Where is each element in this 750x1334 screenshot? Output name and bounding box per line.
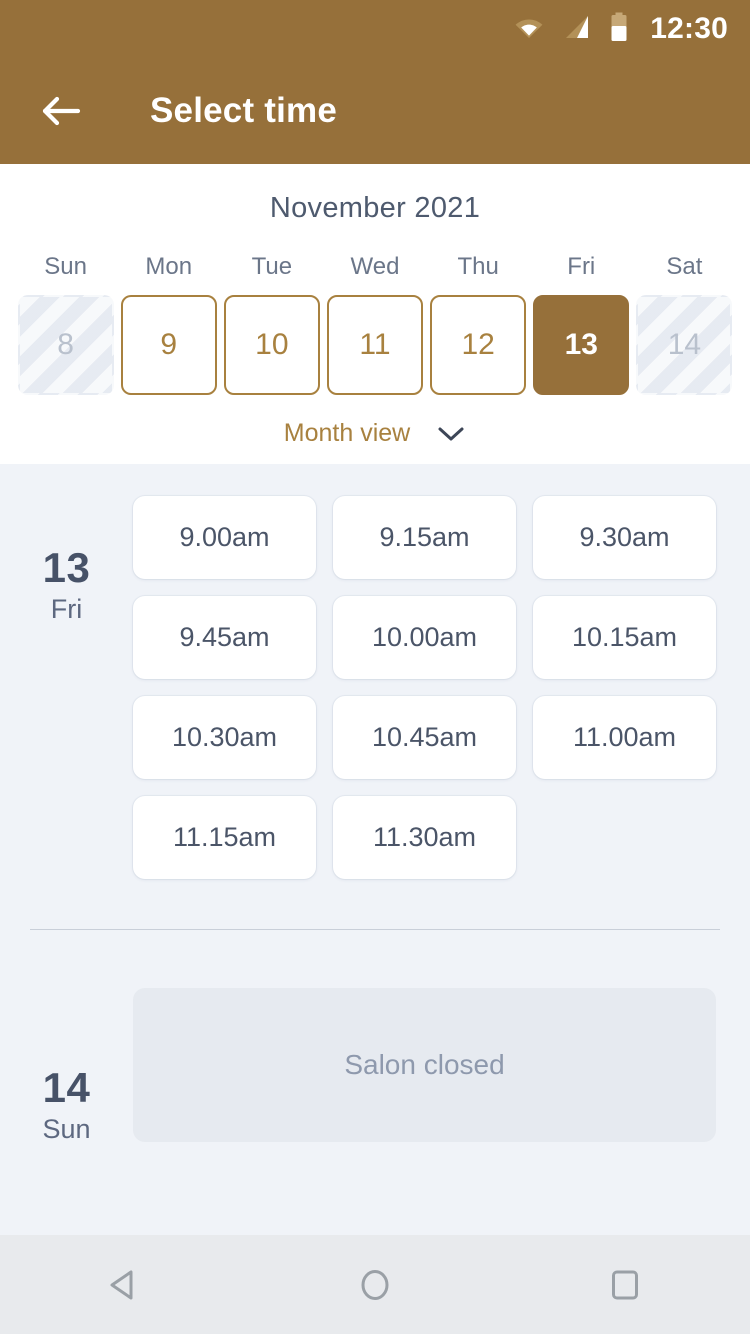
time-slot[interactable]: 9.15am — [333, 496, 516, 579]
time-slot[interactable]: 11.30am — [333, 796, 516, 879]
schedule-day-weekday: Sun — [42, 1114, 91, 1145]
calendar-weekday-header: Sun Mon Tue Wed Thu Fri Sat — [0, 253, 750, 281]
page-title: Select time — [150, 91, 338, 130]
back-button[interactable] — [34, 84, 88, 138]
weekday-label: Sat — [666, 253, 703, 280]
schedule-day-number: 13 — [42, 544, 91, 591]
time-slot[interactable]: 9.30am — [533, 496, 716, 579]
triangle-back-icon — [110, 1270, 133, 1299]
schedule-list: 13 Fri 9.00am 9.15am 9.30am 9.45am 10.00… — [0, 464, 750, 1235]
time-slot[interactable]: 9.45am — [133, 596, 316, 679]
wifi-icon — [514, 15, 544, 44]
schedule-day-label: 14 Sun — [0, 988, 133, 1145]
weekday-label: Wed — [350, 253, 400, 280]
battery-icon — [610, 12, 628, 47]
calendar-day-strip: 8 9 10 11 12 13 14 — [0, 295, 750, 395]
calendar-day-cell: 14 — [636, 295, 732, 395]
calendar-day-cell[interactable]: 9 — [120, 295, 217, 395]
time-slot[interactable]: 10.00am — [333, 596, 516, 679]
schedule-day-group: 14 Sun Salon closed — [0, 930, 750, 1145]
month-view-toggle-label: Month view — [283, 419, 411, 447]
arrow-left-icon — [42, 96, 81, 126]
time-slot[interactable]: 10.30am — [133, 696, 316, 779]
schedule-day-group: 13 Fri 9.00am 9.15am 9.30am 9.45am 10.00… — [0, 464, 750, 879]
time-slot-grid: 9.00am 9.15am 9.30am 9.45am 10.00am 10.1… — [133, 496, 750, 879]
nav-home-button[interactable] — [320, 1250, 430, 1320]
weekday-label: Thu — [457, 253, 499, 280]
circle-home-icon — [361, 1269, 389, 1300]
phone-screen: 12:30 Select time November 2021 Sun Mon … — [0, 0, 750, 1334]
calendar-panel: November 2021 Sun Mon Tue Wed Thu Fri Sa… — [0, 164, 750, 464]
time-slot[interactable]: 11.15am — [133, 796, 316, 879]
weekday-label: Tue — [251, 253, 293, 280]
schedule-day-label: 13 Fri — [0, 496, 133, 879]
status-bar: 12:30 — [0, 0, 750, 58]
calendar-day-cell[interactable]: 10 — [223, 295, 320, 395]
time-slot[interactable]: 9.00am — [133, 496, 316, 579]
calendar-day-cell[interactable]: 11 — [326, 295, 423, 395]
cell-signal-icon — [563, 14, 591, 45]
calendar-day-cell-selected[interactable]: 13 — [533, 295, 630, 395]
nav-back-button[interactable] — [70, 1250, 180, 1320]
month-view-toggle[interactable]: Month view — [0, 419, 750, 448]
schedule-day-weekday: Fri — [50, 594, 83, 625]
schedule-day-number: 14 — [42, 1064, 91, 1111]
time-slot[interactable]: 10.15am — [533, 596, 716, 679]
salon-closed-panel: Salon closed — [133, 988, 716, 1142]
time-slot[interactable]: 11.00am — [533, 696, 716, 779]
weekday-label: Mon — [145, 253, 193, 280]
weekday-label: Fri — [567, 253, 596, 280]
android-nav-bar — [0, 1235, 750, 1334]
calendar-day-cell[interactable]: 12 — [430, 295, 527, 395]
calendar-month-title: November 2021 — [269, 192, 481, 224]
nav-recents-button[interactable] — [570, 1250, 680, 1320]
time-slot[interactable]: 10.45am — [333, 696, 516, 779]
chevron-down-icon — [438, 427, 464, 440]
status-bar-icons — [514, 12, 628, 47]
status-bar-clock: 12:30 — [650, 12, 728, 45]
calendar-day-cell: 8 — [18, 295, 114, 395]
square-recents-icon — [612, 1270, 638, 1299]
app-bar: Select time — [0, 58, 750, 164]
weekday-label: Sun — [44, 253, 87, 280]
